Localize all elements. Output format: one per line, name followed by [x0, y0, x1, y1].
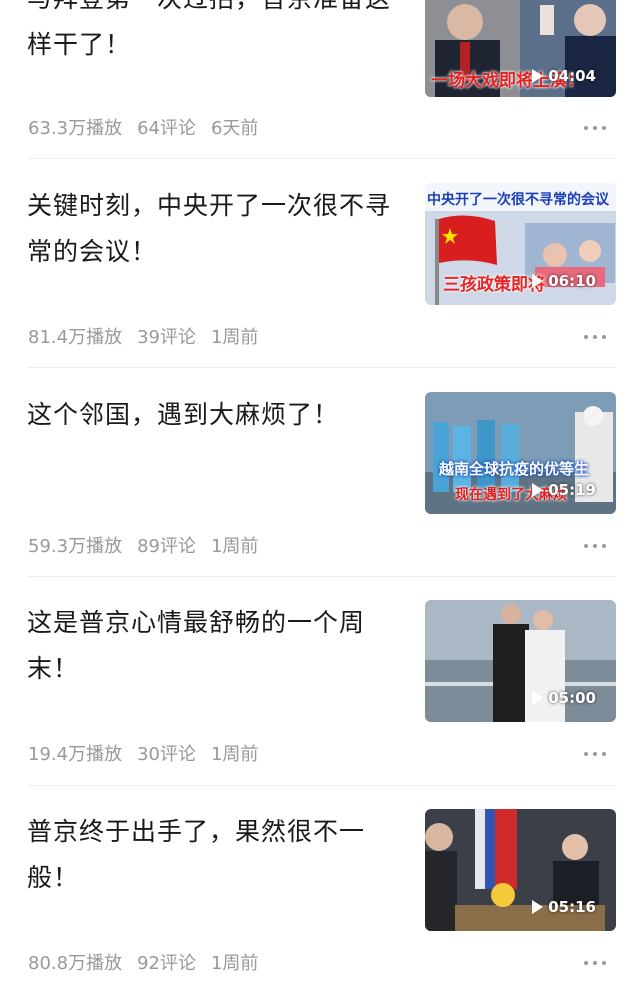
more-options-icon[interactable] — [584, 953, 614, 973]
more-options-icon[interactable] — [584, 536, 614, 556]
video-thumbnail[interactable]: 05:16 — [425, 809, 616, 931]
thumbnail-caption-bottom: 三孩政策即将 — [443, 275, 545, 295]
video-meta: 59.3万播放 89评论 1周前 — [28, 532, 258, 558]
duration-text: 05:00 — [548, 689, 596, 707]
divider — [28, 785, 616, 786]
publish-time: 1周前 — [210, 327, 259, 348]
play-count: 81.4万播放 — [28, 327, 123, 348]
thumbnail-caption-top: 中央开了一次很不寻常的会议 — [427, 192, 609, 208]
comment-count: 39评论 — [137, 327, 196, 348]
video-thumbnail[interactable]: 一场大戏即将上演！ 04:04 — [425, 0, 616, 97]
duration-text: 04:04 — [548, 67, 596, 85]
comment-count: 64评论 — [137, 118, 196, 139]
duration-badge: 05:19 — [532, 481, 596, 499]
video-thumbnail[interactable]: 05:00 — [425, 600, 616, 722]
duration-badge: 05:16 — [532, 898, 596, 916]
publish-time: 1周前 — [210, 536, 259, 557]
publish-time: 1周前 — [210, 953, 259, 974]
play-count: 19.4万播放 — [28, 744, 123, 765]
video-meta: 19.4万播放 30评论 1周前 — [28, 740, 258, 766]
duration-text: 05:19 — [548, 481, 596, 499]
video-title[interactable]: 与拜登第一次过招，普京准备这样干了！ — [27, 0, 392, 68]
comment-count: 89评论 — [137, 536, 196, 557]
comment-count: 30评论 — [137, 744, 196, 765]
video-title[interactable]: 这是普京心情最舒畅的一个周末！ — [27, 600, 392, 692]
divider — [28, 158, 616, 159]
play-count: 63.3万播放 — [28, 118, 123, 139]
video-title[interactable]: 关键时刻，中央开了一次很不寻常的会议！ — [27, 183, 392, 275]
publish-time: 1周前 — [210, 744, 259, 765]
play-icon — [532, 274, 544, 288]
play-icon — [532, 900, 544, 914]
divider — [28, 576, 616, 577]
publish-time: 6天前 — [210, 118, 259, 139]
more-options-icon[interactable] — [584, 327, 614, 347]
duration-text: 06:10 — [548, 272, 596, 290]
video-title[interactable]: 这个邻国，遇到大麻烦了！ — [27, 392, 392, 438]
duration-text: 05:16 — [548, 898, 596, 916]
play-count: 80.8万播放 — [28, 953, 123, 974]
duration-badge: 06:10 — [532, 272, 596, 290]
video-meta: 81.4万播放 39评论 1周前 — [28, 323, 258, 349]
video-thumbnail[interactable]: 中央开了一次很不寻常的会议 三孩政策即将 06:10 — [425, 183, 616, 305]
divider — [28, 367, 616, 368]
thumbnail-caption-top: 越南全球抗疫的优等生 — [439, 460, 590, 478]
video-meta: 80.8万播放 92评论 1周前 — [28, 949, 258, 975]
video-meta: 63.3万播放 64评论 6天前 — [28, 114, 258, 140]
video-title[interactable]: 普京终于出手了，果然很不一般！ — [27, 809, 392, 901]
more-options-icon[interactable] — [584, 118, 614, 138]
duration-badge: 05:00 — [532, 689, 596, 707]
comment-count: 92评论 — [137, 953, 196, 974]
video-thumbnail[interactable]: 越南全球抗疫的优等生 现在遇到了大麻烦 05:19 — [425, 392, 616, 514]
play-icon — [532, 691, 544, 705]
play-icon — [532, 483, 544, 497]
play-count: 59.3万播放 — [28, 536, 123, 557]
more-options-icon[interactable] — [584, 744, 614, 764]
duration-badge: 04:04 — [532, 67, 596, 85]
play-icon — [532, 69, 544, 83]
